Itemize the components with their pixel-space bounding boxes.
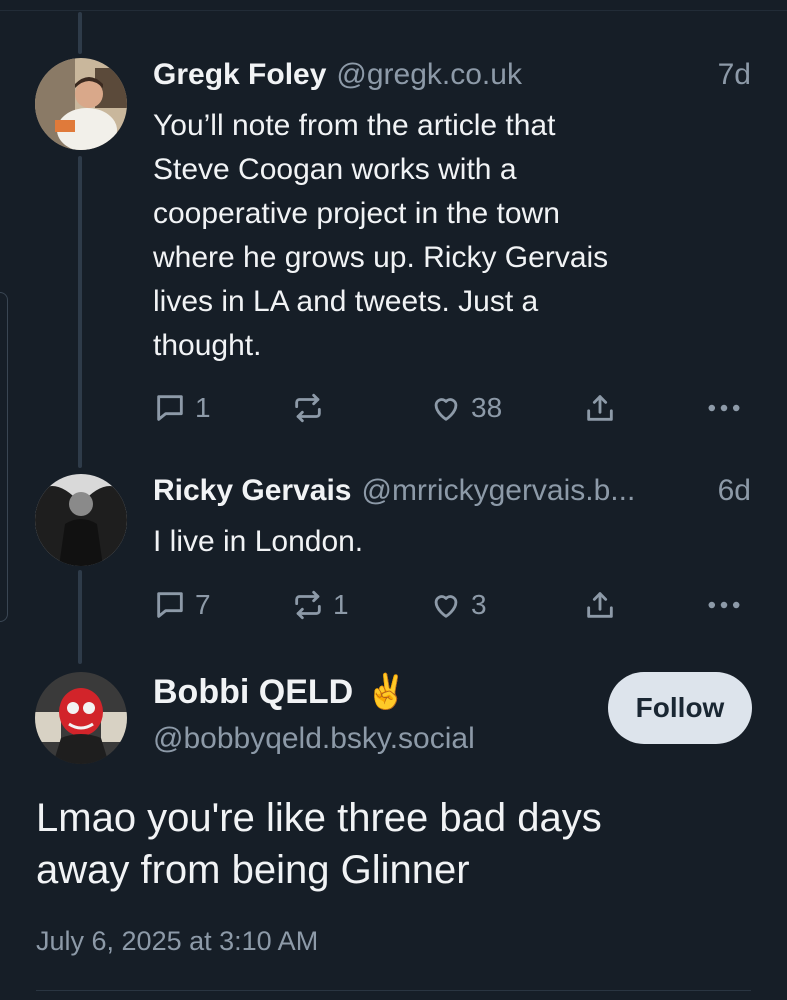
author-handle[interactable]: @bobbyqeld.bsky.social <box>153 722 475 756</box>
follow-button[interactable]: Follow <box>608 672 752 744</box>
reply-count: 7 <box>195 589 211 620</box>
post-text: You’ll note from the article that Steve … <box>153 104 733 368</box>
reply-count: 1 <box>195 392 211 423</box>
author-name[interactable]: Gregk Foley <box>153 58 326 92</box>
author-handle[interactable]: @mrrickygervais.b... <box>361 474 709 508</box>
thread-line <box>78 156 82 468</box>
thread-line <box>78 570 82 664</box>
post-text: I live in London. <box>153 520 733 564</box>
post-time[interactable]: 6d <box>718 474 751 508</box>
text-line: You’ll note from the article that <box>153 109 556 142</box>
avatar[interactable] <box>35 58 127 150</box>
heart-icon <box>434 398 458 421</box>
author-name[interactable]: Ricky Gervais <box>153 474 351 508</box>
post-header: Gregk Foley @gregk.co.uk 7d <box>153 58 751 92</box>
post-actions: 7 1 3 <box>153 585 751 625</box>
divider <box>36 990 751 991</box>
share-button[interactable] <box>583 388 625 428</box>
speech-bubble-icon <box>157 592 183 618</box>
like-button[interactable]: 38 <box>429 388 502 428</box>
post-date: July 6, 2025 at 3:10 AM <box>36 926 319 956</box>
repost-button[interactable] <box>291 388 333 428</box>
text-line: I live in London. <box>153 525 364 558</box>
heart-icon <box>434 595 458 618</box>
text-line: thought. <box>153 329 262 362</box>
text-line: lives in LA and tweets. Just a <box>153 285 539 318</box>
reply-button[interactable]: 1 <box>153 388 211 428</box>
thread-line <box>78 12 82 54</box>
repost-count: 1 <box>333 589 349 620</box>
victory-hand-emoji: ✌️ <box>365 673 408 711</box>
more-options-button[interactable] <box>705 585 751 625</box>
like-count: 3 <box>471 589 487 620</box>
screen-edge-handle <box>0 292 8 622</box>
reply-button[interactable]: 7 <box>153 585 211 625</box>
avatar[interactable] <box>35 474 127 566</box>
top-divider <box>0 10 787 11</box>
post-text: Lmao you're like three bad days away fro… <box>36 792 736 896</box>
repost-arrows-icon <box>295 590 321 620</box>
text-line: where he grows up. Ricky Gervais <box>153 241 609 274</box>
ellipsis-icon <box>708 601 740 609</box>
share-button[interactable] <box>583 585 625 625</box>
post-actions: 1 38 <box>153 388 751 428</box>
author-name[interactable]: Bobbi QELD <box>153 673 353 712</box>
avatar[interactable] <box>35 672 127 764</box>
repost-arrows-icon <box>295 393 321 423</box>
author-handle[interactable]: @gregk.co.uk <box>336 58 709 92</box>
more-options-button[interactable] <box>705 388 751 428</box>
like-count: 38 <box>471 392 503 423</box>
text-line: Lmao you're like three bad days <box>36 796 602 840</box>
author-name-row: Bobbi QELD ✌️ <box>153 672 408 712</box>
speech-bubble-icon <box>157 395 183 421</box>
post-header: Ricky Gervais @mrrickygervais.b... 6d <box>153 474 751 508</box>
text-line: Steve Coogan works with a <box>153 153 517 186</box>
ellipsis-icon <box>708 404 740 412</box>
repost-button[interactable]: 1 <box>291 585 349 625</box>
share-upload-icon <box>587 395 613 421</box>
text-line: away from being Glinner <box>36 848 470 892</box>
share-upload-icon <box>587 592 613 618</box>
text-line: cooperative project in the town <box>153 197 560 230</box>
like-button[interactable]: 3 <box>429 585 487 625</box>
post-time[interactable]: 7d <box>718 58 751 92</box>
